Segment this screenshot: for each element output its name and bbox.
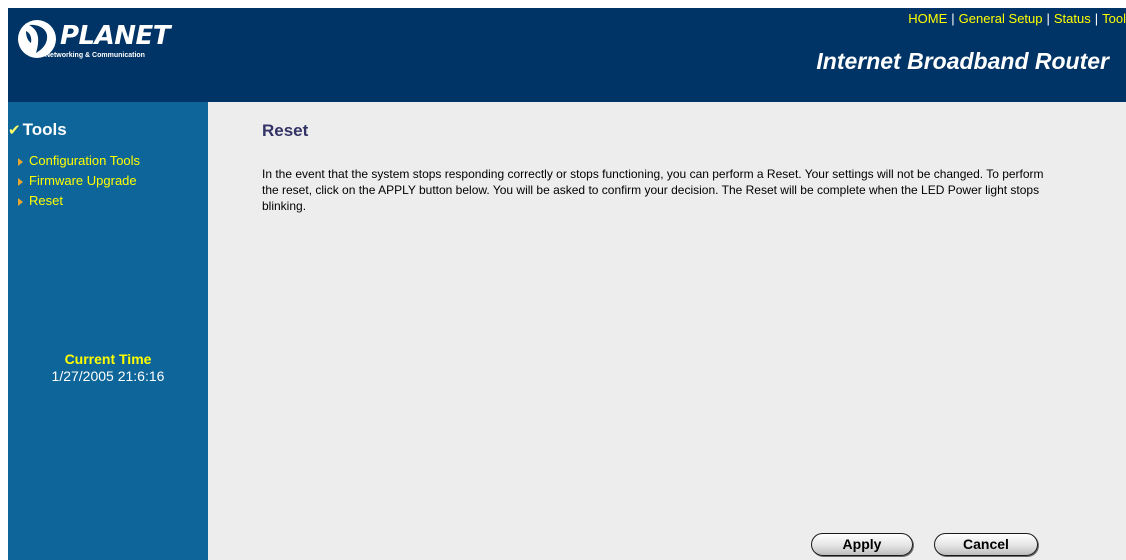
arrow-bullet-icon — [18, 177, 23, 186]
header-bar: PLANET Networking & Communication HOME | G… — [8, 8, 1126, 102]
arrow-bullet-icon — [18, 157, 23, 166]
checkmark-icon: ✔ — [8, 122, 21, 139]
nav-home-link[interactable]: HOME — [908, 11, 947, 26]
logo-text: PLANET — [60, 21, 171, 51]
current-time-value: 1/27/2005 21:6:16 — [51, 368, 165, 384]
nav-separator: | — [1094, 11, 1099, 26]
reset-description: In the event that the system stops respo… — [262, 167, 1044, 213]
planet-logo: PLANET Networking & Communication — [8, 8, 208, 102]
current-time-label: Current Time — [64, 351, 152, 367]
sidebar-menu: Configuration Tools Firmware Upgrade Res… — [18, 151, 140, 211]
cancel-button[interactable]: Cancel — [934, 533, 1038, 556]
sidebar-item-reset[interactable]: Reset — [18, 191, 140, 211]
sidebar-item-label: Configuration Tools — [29, 153, 141, 168]
nav-separator: | — [951, 11, 955, 26]
sidebar-section-title: ✔ Tools — [8, 120, 67, 140]
sidebar-item-label: Firmware Upgrade — [29, 173, 137, 188]
sidebar-section-label: Tools — [22, 120, 67, 139]
nav-status-link[interactable]: Status — [1054, 11, 1091, 26]
page-title: Reset — [262, 121, 309, 140]
sidebar-item-firmware-upgrade[interactable]: Firmware Upgrade — [18, 171, 140, 191]
arrow-bullet-icon — [18, 197, 23, 206]
main-content: Reset In the event that the system stops… — [208, 102, 1126, 560]
sidebar-item-configuration-tools[interactable]: Configuration Tools — [18, 151, 140, 171]
nav-general-setup-link[interactable]: General Setup — [959, 11, 1043, 26]
apply-button[interactable]: Apply — [811, 533, 913, 556]
nav-separator: | — [1046, 11, 1050, 26]
current-time-panel: Current Time 1/27/2005 21:6:16 — [8, 351, 208, 384]
sidebar: ✔ Tools Configuration Tools Firmware Upgr… — [8, 102, 208, 560]
logo-tagline: Networking & Communication — [45, 52, 145, 59]
product-title: Internet Broadband Router — [816, 48, 1109, 74]
top-navigation: HOME | General Setup | Status | Tool — [908, 11, 1126, 26]
nav-tool-link[interactable]: Tool — [1102, 11, 1126, 26]
sidebar-item-label: Reset — [29, 193, 63, 208]
